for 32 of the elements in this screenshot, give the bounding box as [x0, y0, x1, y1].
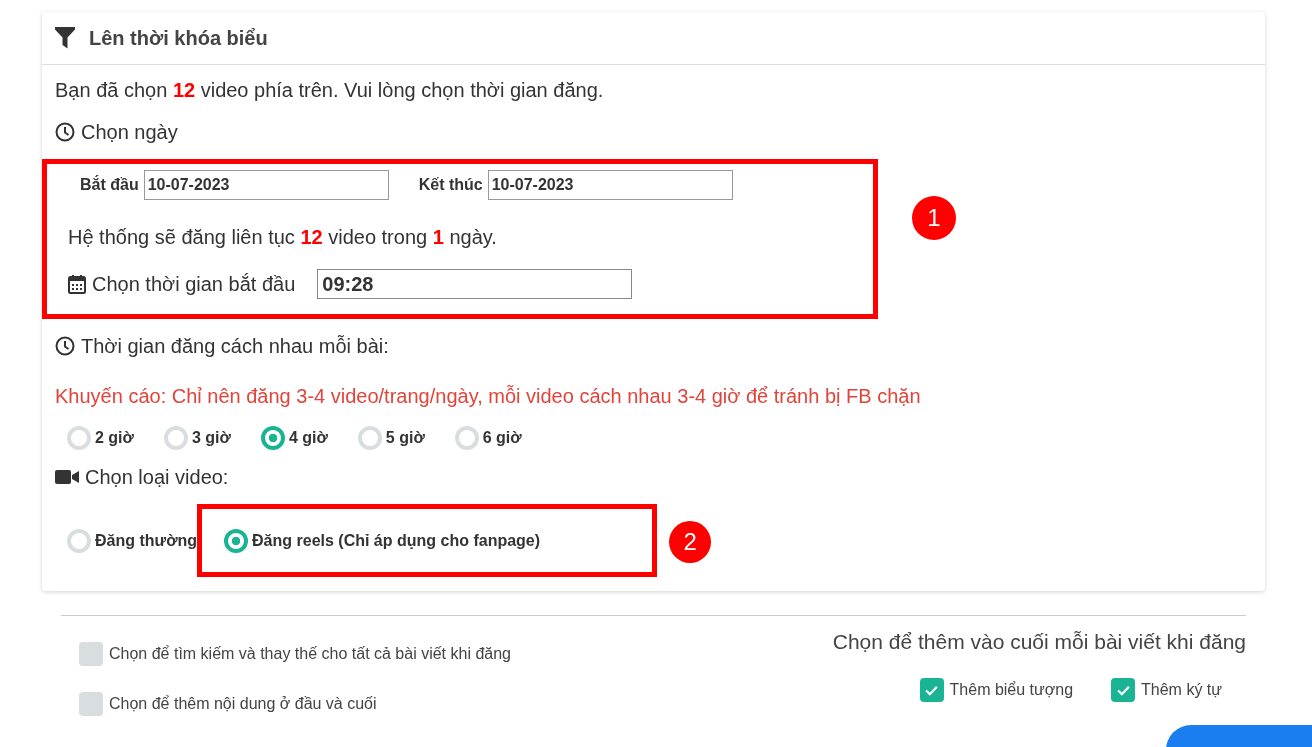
- clock-icon: [55, 122, 75, 142]
- append-title: Chọn để thêm vào cuối mỗi bài viết khi đăng: [832, 630, 1246, 654]
- number-marker: 2: [669, 521, 712, 563]
- option-checkbox[interactable]: Chọn để tìm kiếm và thay thế cho tất cả bài viết khi đăng: [79, 642, 511, 666]
- number-marker: 1: [912, 196, 956, 240]
- interval-radio[interactable]: 6 giờ: [454, 426, 522, 450]
- interval-radio[interactable]: 3 giờ: [163, 426, 231, 450]
- start-time-label: Chọn thời gian bắt đầu: [92, 272, 296, 296]
- interval-label: Thời gian đăng cách nhau mỗi bài:: [81, 334, 389, 358]
- option-checkbox[interactable]: Thêm biểu tượng: [919, 678, 1074, 702]
- start-label: Bắt đầu: [80, 176, 139, 194]
- summary-text: Hệ thống sẽ đăng liên tục 12 video trong 1 ngày.: [68, 226, 498, 249]
- start-time-field[interactable]: 09:28: [317, 269, 633, 299]
- interval-radio[interactable]: 5 giờ: [357, 426, 425, 450]
- option-checkbox[interactable]: Thêm ký tự: [1111, 678, 1222, 702]
- start-date-field[interactable]: 10-07-2023: [143, 170, 389, 200]
- date-label: Chọn ngày: [81, 120, 178, 144]
- video-type-radio[interactable]: Đăng thường: [67, 528, 198, 553]
- calendar-icon: [68, 274, 86, 294]
- end-label: Kết thúc: [418, 176, 483, 194]
- panel-title: Lên thời khóa biểu: [89, 26, 268, 50]
- video-type-radio[interactable]: Đăng reels (Chỉ áp dụng cho fanpage): [224, 528, 541, 553]
- filter-icon: [55, 27, 75, 49]
- interval-radio[interactable]: 4 giờ: [260, 426, 328, 450]
- video-camera-icon: [55, 469, 79, 485]
- interval-radio[interactable]: 2 giờ: [67, 426, 134, 450]
- intro-text: Bạn đã chọn 12 video phía trên. Vui lòng chọn thời gian đăng.: [55, 79, 605, 103]
- end-date-field[interactable]: 10-07-2023: [487, 170, 733, 200]
- warning-text: Khuyến cáo: Chỉ nên đăng 3-4 video/trang/ngày, mỗi video cách nhau 3-4 giờ để tránh bị FB chặn: [55, 385, 922, 408]
- clock-icon: [55, 336, 75, 356]
- option-checkbox[interactable]: Chọn để thêm nội dung ở đầu và cuối: [79, 692, 511, 716]
- video-type-label: Chọn loại video:: [85, 465, 229, 489]
